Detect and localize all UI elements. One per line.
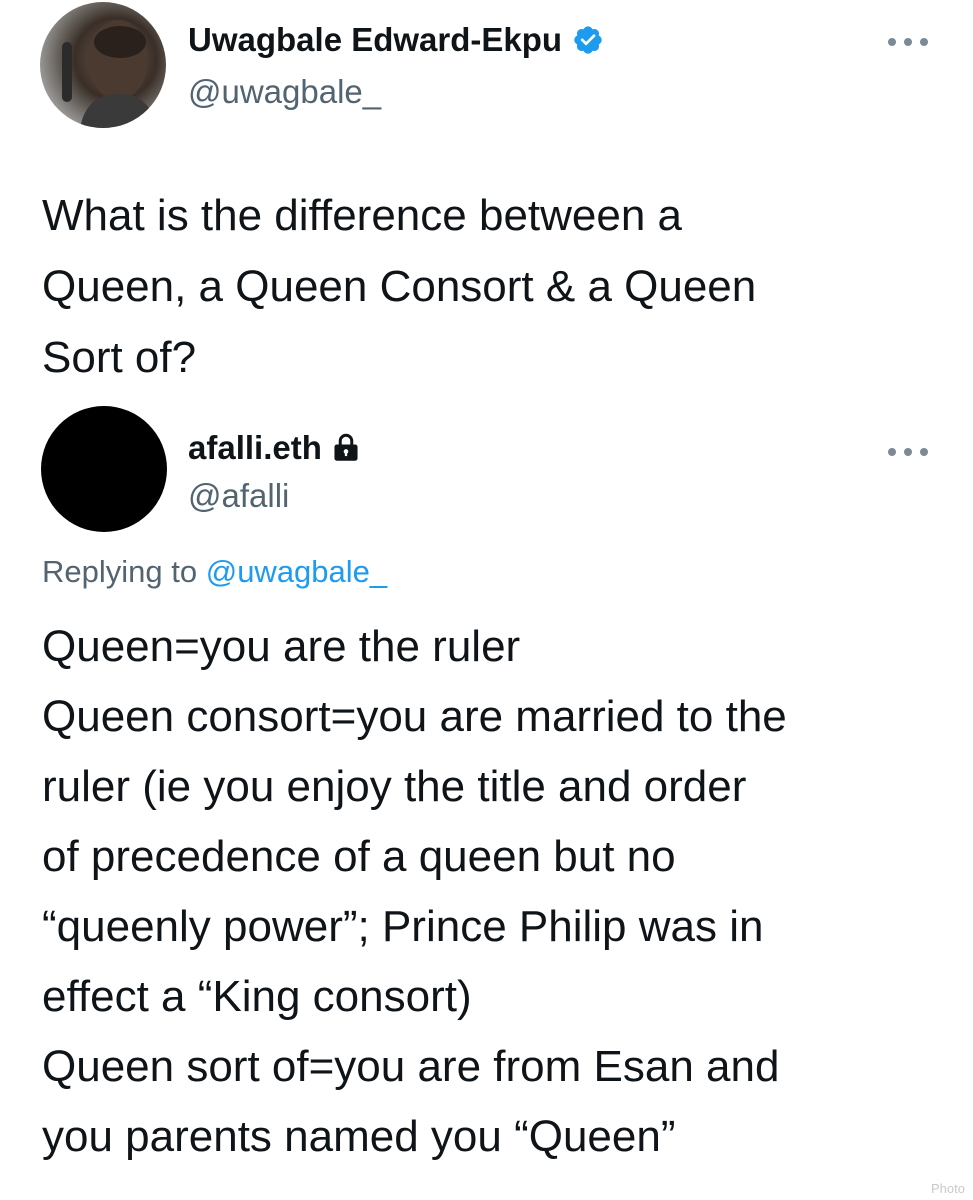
author-avatar[interactable] bbox=[40, 2, 166, 128]
dot bbox=[920, 38, 928, 46]
dot bbox=[920, 448, 928, 456]
photo-watermark: Photo bbox=[931, 1181, 965, 1196]
more-options-icon[interactable] bbox=[888, 446, 928, 458]
replying-to: Replying to @uwagbale_ bbox=[42, 550, 387, 594]
more-options-icon[interactable] bbox=[888, 36, 928, 48]
reply-author-name[interactable]: afalli.eth bbox=[188, 428, 360, 468]
replying-to-label: Replying to bbox=[42, 554, 198, 589]
reply-avatar[interactable] bbox=[41, 406, 167, 532]
dot bbox=[888, 38, 896, 46]
dot bbox=[888, 448, 896, 456]
dot bbox=[904, 38, 912, 46]
tweet-text: What is the difference between a Queen, … bbox=[42, 191, 757, 382]
reply-author-handle[interactable]: @afalli bbox=[188, 476, 289, 516]
profile-photo-icon bbox=[62, 20, 158, 128]
author-display-name[interactable]: Uwagbale Edward-Ekpu bbox=[188, 20, 562, 60]
reply-display-name[interactable]: afalli.eth bbox=[188, 428, 322, 468]
replying-to-mention[interactable]: @uwagbale_ bbox=[206, 554, 387, 589]
reply-text: Queen=you are the ruler Queen consort=yo… bbox=[42, 622, 787, 1161]
verified-badge-icon bbox=[574, 26, 602, 54]
dot bbox=[904, 448, 912, 456]
author-name[interactable]: Uwagbale Edward-Ekpu bbox=[188, 20, 604, 60]
author-handle[interactable]: @uwagbale_ bbox=[188, 72, 381, 112]
lock-icon bbox=[334, 433, 358, 461]
